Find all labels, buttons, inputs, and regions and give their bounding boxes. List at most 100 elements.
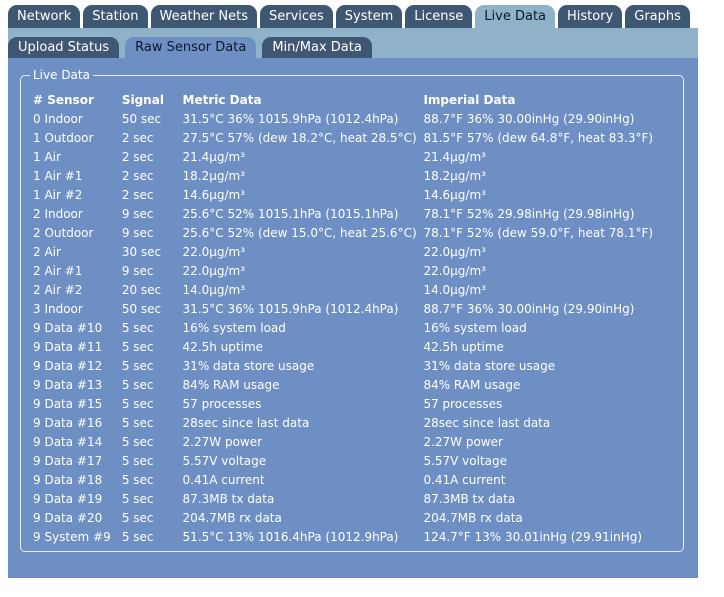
table-row: 9 Data #13 5 sec 84% RAM usage 84% RAM usag… (33, 375, 683, 394)
cell-sensor: 9 Data #14 (33, 434, 103, 449)
cell-signal: 2 sec (121, 130, 154, 145)
cell-signal: 9 sec (121, 206, 154, 221)
cell-imperial-data: 21.4µg/m³ (423, 149, 486, 164)
cell-metric-data: 25.6°C 52% 1015.1hPa (1015.1hPa) (182, 206, 399, 221)
table-row: 9 Data #16 5 sec 28sec since last data 28se… (33, 413, 683, 432)
tab-system[interactable]: System (335, 5, 403, 28)
tab-license[interactable]: License (405, 5, 473, 28)
cell-signal: 5 sec (121, 510, 154, 525)
cell-metric-data: 204.7MB rx data (182, 510, 282, 525)
cell-signal: 2 sec (121, 168, 154, 183)
cell-metric-data: 27.5°C 57% (dew 18.2°C, heat 28.5°C) (182, 130, 417, 145)
table-header-row: # Sensor Signal Metric Data Imperial Dat… (33, 90, 683, 109)
col-header-signal: Signal (121, 92, 164, 107)
tab-weather-nets[interactable]: Weather Nets (150, 5, 257, 28)
cell-imperial-data: 78.1°F 52% 29.98inHg (29.98inHg) (423, 206, 635, 221)
table-row: 1 Air 2 sec 21.4µg/m³ 21.4µg/m³ (33, 147, 683, 166)
cell-metric-data: 21.4µg/m³ (182, 149, 246, 164)
cell-sensor: 1 Air #2 (33, 187, 83, 202)
cell-signal: 30 sec (121, 244, 162, 259)
cell-imperial-data: 18.2µg/m³ (423, 168, 486, 183)
cell-metric-data: 28sec since last data (182, 415, 310, 430)
cell-signal: 9 sec (121, 263, 154, 278)
table-row: 1 Air #2 2 sec 14.6µg/m³ 14.6µg/m³ (33, 185, 683, 204)
table-row: 1 Air #1 2 sec 18.2µg/m³ 18.2µg/m³ (33, 166, 683, 185)
cell-sensor: 0 Indoor (33, 111, 83, 126)
table-row: 9 Data #10 5 sec 16% system load 16% system… (33, 318, 683, 337)
cell-sensor: 9 Data #19 (33, 491, 103, 506)
cell-sensor: 9 Data #15 (33, 396, 103, 411)
cell-signal: 50 sec (121, 111, 162, 126)
cell-imperial-data: 88.7°F 36% 30.00inHg (29.90inHg) (423, 111, 635, 126)
table-row: 2 Outdoor 9 sec 25.6°C 52% (dew 15.0°C, he… (33, 223, 683, 242)
tab-station[interactable]: Station (83, 5, 148, 28)
content-panel: Live Data # Sensor Signal Metric Data Im… (8, 58, 698, 578)
table-row: 9 Data #11 5 sec 42.5h uptime 42.5h uptime (33, 337, 683, 356)
cell-signal: 5 sec (121, 529, 154, 544)
col-header-metric: Metric Data (182, 92, 262, 107)
cell-metric-data: 57 processes (182, 396, 262, 411)
cell-imperial-data: 204.7MB rx data (423, 510, 523, 525)
cell-imperial-data: 57 processes (423, 396, 503, 411)
cell-imperial-data: 42.5h uptime (423, 339, 504, 354)
tab-live-data[interactable]: Live Data (475, 5, 556, 28)
table-row: 9 Data #18 5 sec 0.41A current 0.41A curren… (33, 470, 683, 489)
table-row: 9 Data #17 5 sec 5.57V voltage 5.57V voltag… (33, 451, 683, 470)
tab-services[interactable]: Services (259, 5, 333, 28)
table-row: 3 Indoor 50 sec 31.5°C 36% 1015.9hPa (1012… (33, 299, 683, 318)
tab-history[interactable]: History (558, 5, 623, 28)
table-row: 9 Data #14 5 sec 2.27W power 2.27W power (33, 432, 683, 451)
cell-signal: 2 sec (121, 149, 154, 164)
cell-sensor: 9 Data #18 (33, 472, 103, 487)
cell-sensor: 2 Air #1 (33, 263, 83, 278)
cell-imperial-data: 78.1°F 52% (dew 59.0°F, heat 78.1°F) (423, 225, 654, 240)
cell-metric-data: 25.6°C 52% (dew 15.0°C, heat 25.6°C) (182, 225, 417, 240)
cell-imperial-data: 22.0µg/m³ (423, 244, 486, 259)
cell-metric-data: 18.2µg/m³ (182, 168, 246, 183)
cell-signal: 2 sec (121, 187, 154, 202)
tab-network[interactable]: Network (8, 5, 81, 28)
cell-metric-data: 31% data store usage (182, 358, 315, 373)
cell-signal: 50 sec (121, 301, 162, 316)
cell-sensor: 2 Indoor (33, 206, 83, 221)
cell-imperial-data: 14.6µg/m³ (423, 187, 486, 202)
cell-sensor: 9 Data #13 (33, 377, 103, 392)
main-tab-bar: Network Station Weather Nets Services Sy… (8, 5, 690, 28)
cell-metric-data: 87.3MB tx data (182, 491, 275, 506)
cell-signal: 5 sec (121, 396, 154, 411)
cell-sensor: 9 Data #12 (33, 358, 103, 373)
cell-sensor: 1 Air #1 (33, 168, 83, 183)
col-header-sensor: # Sensor (33, 92, 94, 107)
subtab-min-max-data[interactable]: Min/Max Data (262, 37, 372, 58)
cell-imperial-data: 2.27W power (423, 434, 503, 449)
cell-sensor: 9 Data #17 (33, 453, 103, 468)
cell-metric-data: 0.41A current (182, 472, 265, 487)
table-row: 1 Outdoor 2 sec 27.5°C 57% (dew 18.2°C, he… (33, 128, 683, 147)
cell-sensor: 9 Data #20 (33, 510, 103, 525)
cell-metric-data: 51.5°C 13% 1016.4hPa (1012.9hPa) (182, 529, 399, 544)
cell-imperial-data: 14.0µg/m³ (423, 282, 486, 297)
cell-signal: 5 sec (121, 339, 154, 354)
tab-graphs[interactable]: Graphs (625, 5, 690, 28)
cell-signal: 5 sec (121, 453, 154, 468)
live-data-fieldset: Live Data # Sensor Signal Metric Data Im… (20, 68, 684, 552)
cell-sensor: 9 Data #10 (33, 320, 103, 335)
subtab-raw-sensor-data[interactable]: Raw Sensor Data (125, 37, 257, 58)
cell-imperial-data: 124.7°F 13% 30.01inHg (29.91inHg) (423, 529, 643, 544)
cell-metric-data: 16% system load (182, 320, 286, 335)
cell-imperial-data: 88.7°F 36% 30.00inHg (29.90inHg) (423, 301, 635, 316)
live-data-legend: Live Data (30, 68, 93, 83)
cell-metric-data: 2.27W power (182, 434, 263, 449)
table-row: 9 Data #15 5 sec 57 processes 57 processes (33, 394, 683, 413)
cell-metric-data: 14.6µg/m³ (182, 187, 246, 202)
cell-sensor: 1 Outdoor (33, 130, 94, 145)
sub-tab-bar: Upload Status Raw Sensor Data Min/Max Da… (8, 28, 698, 58)
cell-sensor: 9 System #9 (33, 529, 111, 544)
cell-signal: 5 sec (121, 491, 154, 506)
live-data-table: # Sensor Signal Metric Data Imperial Dat… (33, 90, 683, 546)
table-row: 9 Data #20 5 sec 204.7MB rx data 204.7MB rx… (33, 508, 683, 527)
table-row: 2 Air 30 sec 22.0µg/m³ 22.0µg/m³ (33, 242, 683, 261)
table-row: 2 Indoor 9 sec 25.6°C 52% 1015.1hPa (1015.… (33, 204, 683, 223)
cell-metric-data: 22.0µg/m³ (182, 263, 246, 278)
subtab-upload-status[interactable]: Upload Status (8, 37, 120, 58)
